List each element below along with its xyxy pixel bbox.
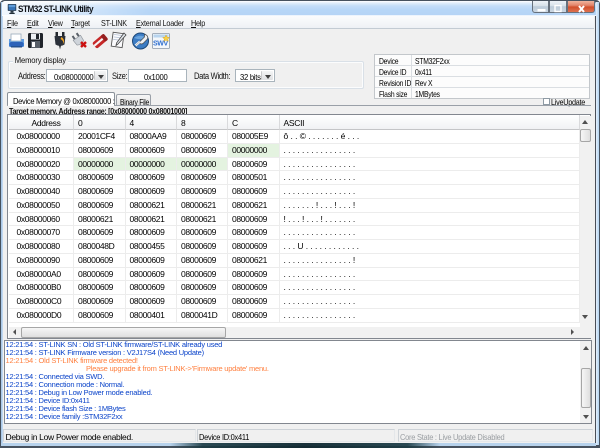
svg-text:SWV: SWV — [153, 41, 168, 48]
